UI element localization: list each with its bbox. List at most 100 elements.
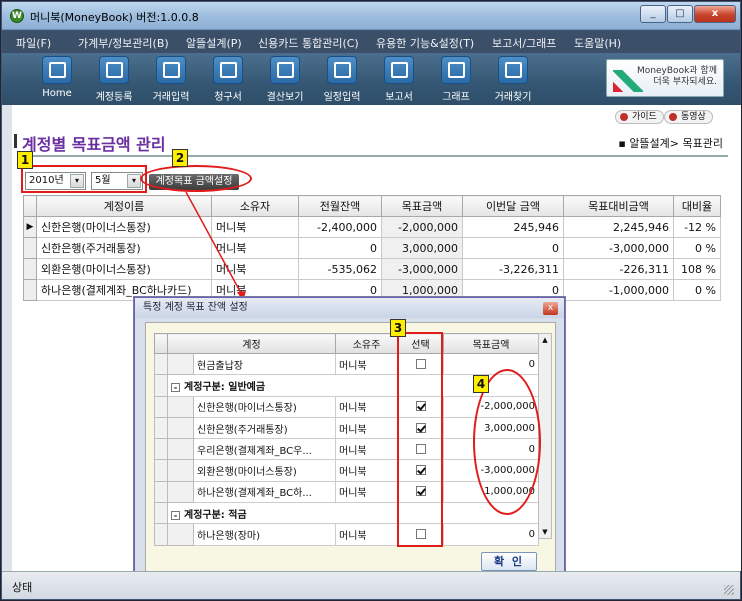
- list-item[interactable]: 현금출납장 머니북 0: [154, 352, 539, 376]
- table-row[interactable]: 신한은행(주거래통장) 머니북 0 3,000,000 0 -3,000,000…: [23, 237, 721, 259]
- account-owner: 머니북: [335, 459, 398, 482]
- dialog-close-button[interactable]: x: [543, 302, 558, 315]
- banner-chart-icon: [613, 70, 643, 92]
- target-amount-input[interactable]: 0: [443, 352, 539, 376]
- ok-button[interactable]: 확 인: [481, 552, 537, 571]
- close-button[interactable]: x: [694, 5, 736, 23]
- toolbar-graph-button[interactable]: 그래프: [428, 56, 484, 103]
- guide-button[interactable]: 가이드: [615, 110, 664, 124]
- title-divider: [22, 155, 728, 157]
- video-button[interactable]: 동영상: [664, 110, 713, 124]
- row-header: [154, 374, 168, 397]
- menu-reports[interactable]: 보고서/그래프: [492, 35, 556, 51]
- minimize-button[interactable]: _: [640, 5, 666, 23]
- title-bar: W 머니북(MoneyBook) 버전:1.0.0.8 _ □ x: [2, 2, 740, 30]
- toolbar: Home 계정등록 거래입력 청구서 결산보기 일정입력 보고서 그래프 거래찾…: [2, 53, 740, 105]
- account-owner: 머니북: [335, 438, 398, 461]
- toolbar-account-register-button[interactable]: 계정등록: [86, 56, 142, 103]
- menu-planning[interactable]: 알뜰설계(P): [186, 35, 242, 51]
- scroll-down-icon[interactable]: ▼: [539, 526, 551, 538]
- row-header-corner: [23, 195, 37, 217]
- marker-4: 4: [473, 375, 489, 393]
- column-header[interactable]: 이번달 금액: [462, 195, 564, 217]
- column-header[interactable]: 소유주: [335, 333, 398, 354]
- account-name: 현금출납장: [193, 352, 336, 376]
- table-row[interactable]: 외환은행(마이너스통장) 머니북 -535,062 -3,000,000 -3,…: [23, 258, 721, 280]
- app-logo-icon: W: [10, 9, 24, 23]
- table-row[interactable]: ▶ 신한은행(마이너스통장) 머니북 -2,400,000 -2,000,000…: [23, 216, 721, 238]
- row-header: [154, 416, 168, 440]
- promo-banner[interactable]: MoneyBook과 함께 더욱 부자되세요.: [606, 59, 724, 97]
- row-header-corner: [154, 333, 168, 354]
- highlight-box-date: [21, 165, 147, 193]
- toolbar-transaction-entry-button[interactable]: 거래입력: [143, 56, 199, 103]
- group-label: 계정구분: 일반예금: [184, 381, 266, 393]
- toolbar-report-button[interactable]: 보고서: [371, 56, 427, 103]
- column-header[interactable]: 목표대비금액: [563, 195, 674, 217]
- target-amount-input[interactable]: 0: [443, 523, 539, 546]
- toolbar-label: 일정입력: [323, 92, 361, 103]
- toolbar-schedule-button[interactable]: 일정입력: [314, 56, 370, 103]
- card-bill-icon: [213, 56, 243, 84]
- account-name: 우리은행(결제계좌_BC우...: [193, 438, 336, 461]
- menu-help[interactable]: 도움말(H): [574, 35, 621, 51]
- group-label: 계정구분: 적금: [184, 509, 247, 521]
- transaction-entry-icon: [156, 56, 186, 84]
- toolbar-label: 거래찾기: [494, 92, 532, 103]
- account-name: 신한은행(주거래통장): [193, 416, 336, 440]
- column-header[interactable]: 목표금액: [443, 333, 539, 354]
- status-bar: 상태: [2, 571, 740, 599]
- collapse-icon[interactable]: -: [171, 510, 180, 520]
- column-header[interactable]: 전월잔액: [298, 195, 382, 217]
- report-icon: [384, 56, 414, 84]
- row-header: [23, 237, 37, 259]
- table-cell: -1,000,000: [563, 279, 674, 301]
- column-header[interactable]: 목표금액: [381, 195, 463, 217]
- toolbar-label: 거래입력: [152, 92, 190, 103]
- group-row[interactable]: - 계정구분: 적금: [154, 502, 539, 525]
- column-header[interactable]: 대비율: [673, 195, 721, 217]
- breadcrumb-text: 알뜰설계> 목표관리: [629, 137, 723, 150]
- maximize-button[interactable]: □: [667, 5, 693, 23]
- menu-file[interactable]: 파일(F): [16, 35, 51, 51]
- target-amount-table: 계정이름 소유자 전월잔액 목표금액 이번달 금액 목표대비금액 대비율 ▶ 신…: [23, 195, 721, 301]
- toolbar-label: 청구서: [214, 92, 242, 103]
- toolbar-settlement-button[interactable]: 결산보기: [257, 56, 313, 103]
- toolbar-search-button[interactable]: 거래찾기: [485, 56, 541, 103]
- marker-2: 2: [172, 149, 188, 167]
- row-header: [154, 438, 168, 461]
- table-cell: -2,400,000: [298, 216, 382, 238]
- toolbar-label: 계정등록: [95, 92, 133, 103]
- graph-icon: [441, 56, 471, 84]
- table-cell: 0: [298, 237, 382, 259]
- toolbar-label: Home: [42, 88, 72, 99]
- row-header: [154, 523, 168, 546]
- indent-cell: [167, 480, 194, 504]
- account-owner: 머니북: [335, 416, 398, 440]
- menu-tools[interactable]: 유용한 기능&설정(T): [376, 35, 474, 51]
- calendar-icon: [327, 56, 357, 84]
- account-name: 신한은행(마이너스통장): [193, 395, 336, 418]
- account-name: 외환은행(마이너스통장): [193, 459, 336, 482]
- toolbar-home-button[interactable]: Home: [29, 56, 85, 99]
- row-header: [154, 502, 168, 525]
- table-cell: 2,245,946: [563, 216, 674, 238]
- table-header-row: 계정이름 소유자 전월잔액 목표금액 이번달 금액 목표대비금액 대비율: [23, 195, 721, 217]
- resize-grip-icon[interactable]: [724, 585, 734, 595]
- table-cell: 245,946: [462, 216, 564, 238]
- column-header[interactable]: 계정: [167, 333, 336, 354]
- row-header: [23, 279, 37, 301]
- indent-cell: [167, 438, 194, 461]
- table-cell: -535,062: [298, 258, 382, 280]
- account-owner: 머니북: [335, 352, 398, 376]
- toolbar-label: 보고서: [385, 92, 413, 103]
- row-header: [154, 352, 168, 376]
- scroll-up-icon[interactable]: ▲: [539, 334, 551, 346]
- collapse-icon[interactable]: -: [171, 382, 180, 392]
- toolbar-bill-button[interactable]: 청구서: [200, 56, 256, 103]
- menu-ledger[interactable]: 가계부/정보관리(B): [78, 35, 169, 51]
- menu-credit-card[interactable]: 신용카드 통합관리(C): [258, 35, 359, 51]
- highlight-box-select: [397, 332, 443, 547]
- list-item[interactable]: 하나은행(장마) 머니북 0: [154, 523, 539, 546]
- account-owner: 머니북: [335, 523, 398, 546]
